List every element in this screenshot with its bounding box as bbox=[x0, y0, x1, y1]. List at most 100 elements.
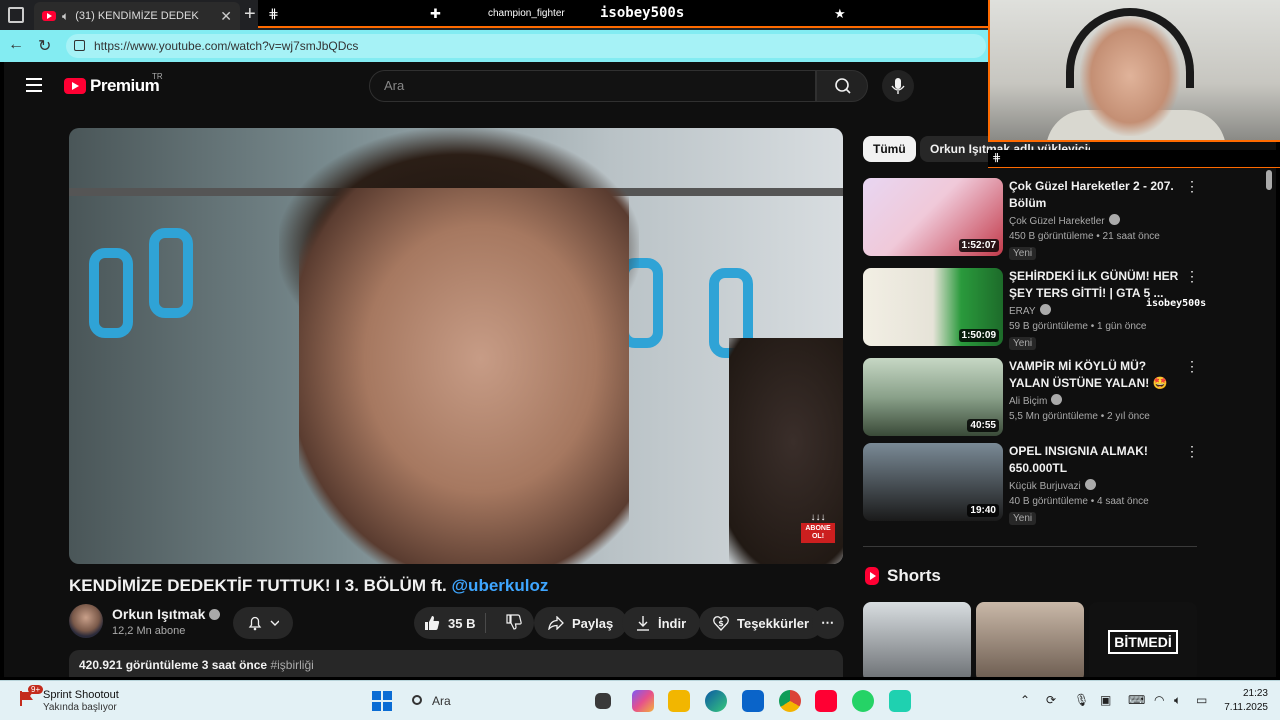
close-tab-icon[interactable]: ✕ bbox=[220, 8, 232, 25]
screen-capture-icon[interactable]: ▣ bbox=[1100, 693, 1111, 707]
download-label: İndir bbox=[658, 615, 687, 631]
subscribe-watermark[interactable]: ↓↓↓ ABONE OL! bbox=[801, 512, 835, 556]
taskbar: 9+ Sprint Shootout Yakında başlıyor Ara … bbox=[0, 680, 1280, 720]
new-tab-icon[interactable]: + bbox=[244, 3, 256, 26]
scrollbar-thumb[interactable] bbox=[1266, 170, 1272, 190]
wifi-icon[interactable]: ◠ bbox=[1154, 693, 1164, 707]
recommendation-channel-name: Ali Biçim bbox=[1009, 396, 1048, 407]
recommendation-title[interactable]: OPEL INSIGNIA ALMAK! 650.000TL bbox=[1009, 443, 1179, 477]
download-icon bbox=[637, 616, 649, 631]
recommendation-thumbnail[interactable]: 19:40 bbox=[863, 443, 1003, 521]
short-thumbnail[interactable] bbox=[863, 602, 971, 677]
verified-icon bbox=[209, 609, 221, 620]
youtube-logo[interactable]: Premium TR bbox=[64, 72, 163, 96]
recommendation-item[interactable]: 1:52:07 Çok Güzel Hareketler 2 - 207. Bö… bbox=[863, 178, 1203, 260]
tab-actions-icon[interactable] bbox=[8, 7, 24, 23]
recommendation-channel[interactable]: Çok Güzel Hareketler bbox=[1009, 214, 1120, 227]
recommendation-thumbnail[interactable]: 40:55 bbox=[863, 358, 1003, 436]
recommendation-item[interactable]: 19:40 OPEL INSIGNIA ALMAK! 650.000TL Küç… bbox=[863, 443, 1203, 525]
system-clock[interactable]: 21:23 7.11.2025 bbox=[1220, 687, 1268, 715]
search-icon bbox=[835, 78, 851, 94]
video-title: KENDİMİZE DEDEKTİF TUTTUK! I 3. BÖLÜM ft… bbox=[69, 576, 548, 596]
more-vertical-icon[interactable]: ⋮ bbox=[1185, 358, 1199, 375]
start-button[interactable] bbox=[372, 691, 392, 711]
url-input[interactable]: https://www.youtube.com/watch?v=wj7smJbQ… bbox=[66, 34, 986, 58]
recommendation-meta: 5,5 Mn görüntüleme • 2 yıl önce bbox=[1009, 411, 1150, 422]
voice-search-button[interactable] bbox=[882, 70, 914, 102]
back-icon[interactable]: ← bbox=[8, 36, 24, 54]
browser-tab-youtube[interactable]: 🔈︎ (31) KENDİMİZE DEDEKTİF TUTTUK! I 3. … bbox=[34, 2, 240, 30]
logo-text: Premium bbox=[90, 76, 160, 95]
overlay-label-2: isobey500s bbox=[600, 5, 685, 21]
short-thumbnail[interactable]: BİTMEDİ bbox=[1089, 602, 1197, 677]
recommendation-thumbnail[interactable]: 1:52:07 bbox=[863, 178, 1003, 256]
video-player[interactable]: ↓↓↓ ABONE OL! bbox=[69, 128, 843, 564]
notification-bell-button[interactable] bbox=[233, 607, 293, 639]
microphone-tray-icon[interactable]: 🎙︎ bbox=[1074, 693, 1089, 707]
share-button[interactable]: Paylaş bbox=[534, 607, 628, 639]
description-box[interactable]: 420.921 görüntüleme 3 saat önce #işbirli… bbox=[69, 650, 843, 677]
like-button[interactable]: 35 B bbox=[414, 613, 486, 633]
shorts-icon bbox=[865, 567, 879, 585]
recommendation-channel[interactable]: Küçük Burjuvazi bbox=[1009, 479, 1096, 492]
keyboard-icon[interactable]: ⌨ bbox=[1128, 693, 1145, 707]
more-vertical-icon[interactable]: ⋮ bbox=[1185, 178, 1199, 195]
sidebar-divider bbox=[863, 546, 1197, 547]
recommendation-channel[interactable]: Ali Biçim bbox=[1009, 394, 1063, 407]
stream-app-icon[interactable] bbox=[889, 690, 911, 712]
tab-title: (31) KENDİMİZE DEDEKTİF TUTTUK! I 3. BÖL… bbox=[75, 10, 199, 22]
shorts-label: Shorts bbox=[887, 566, 941, 585]
thanks-button[interactable]: $ Teşekkürler bbox=[699, 607, 824, 639]
more-actions-button[interactable]: ⋯ bbox=[812, 607, 844, 639]
webcam-overlay bbox=[988, 0, 1280, 142]
share-icon bbox=[548, 616, 564, 630]
verified-icon bbox=[1108, 214, 1120, 225]
youtube-app-icon[interactable] bbox=[815, 690, 837, 712]
like-count: 35 B bbox=[448, 615, 476, 631]
sync-icon[interactable]: ⟳ bbox=[1046, 693, 1056, 707]
taskbar-search[interactable]: Ara bbox=[404, 687, 584, 715]
file-explorer-icon[interactable] bbox=[668, 690, 690, 712]
edge-icon[interactable] bbox=[705, 690, 727, 712]
channel-name[interactable]: Orkun Işıtmak bbox=[112, 606, 221, 622]
thumbs-down-icon bbox=[506, 613, 522, 630]
whatsapp-icon[interactable] bbox=[852, 690, 874, 712]
recommendation-channel-name: Küçük Burjuvazi bbox=[1009, 481, 1081, 492]
recommendation-item[interactable]: 40:55 VAMPİR Mİ KÖYLÜ MÜ? YALAN ÜSTÜNE Y… bbox=[863, 358, 1203, 438]
outlook-icon[interactable] bbox=[742, 690, 764, 712]
dislike-button[interactable] bbox=[494, 613, 522, 633]
more-vertical-icon[interactable]: ⋮ bbox=[1185, 443, 1199, 460]
chip-all[interactable]: Tümü bbox=[863, 136, 916, 162]
search-input[interactable]: Ara bbox=[369, 70, 816, 102]
battery-icon[interactable]: ▭ bbox=[1196, 693, 1207, 707]
task-view-icon[interactable] bbox=[595, 693, 611, 709]
video-duration: 19:40 bbox=[967, 504, 999, 517]
menu-icon[interactable] bbox=[26, 78, 42, 96]
hashtag-link[interactable]: #işbirliği bbox=[270, 658, 313, 672]
volume-icon[interactable]: 🔈︎ bbox=[1174, 693, 1181, 708]
recommendation-thumbnail[interactable]: 1:50:09 bbox=[863, 268, 1003, 346]
more-vertical-icon[interactable]: ⋮ bbox=[1185, 268, 1199, 285]
watermark-label: ABONE OL! bbox=[801, 523, 835, 543]
short-thumbnail[interactable] bbox=[976, 602, 1084, 677]
recommendation-title[interactable]: ŞEHİRDEKİ İLK GÜNÜM! HER ŞEY TERS GİTTİ!… bbox=[1009, 268, 1179, 302]
chevron-up-icon[interactable]: ⌃ bbox=[1020, 693, 1030, 707]
video-title-mention-link[interactable]: @uberkuloz bbox=[451, 576, 548, 595]
overlay-star-icon: ★ bbox=[834, 6, 846, 21]
copilot-icon[interactable] bbox=[632, 690, 654, 712]
shorts-header: Shorts bbox=[865, 566, 941, 586]
new-badge: Yeni bbox=[1009, 247, 1037, 260]
refresh-icon[interactable]: ↻ bbox=[38, 36, 51, 56]
chrome-icon[interactable] bbox=[779, 690, 801, 712]
channel-avatar[interactable] bbox=[69, 604, 103, 638]
overlay-logo-icon: ⋕ bbox=[268, 6, 279, 21]
recommendation-title[interactable]: VAMPİR Mİ KÖYLÜ MÜ? YALAN ÜSTÜNE YALAN! … bbox=[1009, 358, 1179, 392]
recommendation-channel[interactable]: ERAY bbox=[1009, 304, 1051, 317]
search-button[interactable] bbox=[816, 70, 868, 102]
recommendation-title[interactable]: Çok Güzel Hareketler 2 - 207. Bölüm bbox=[1009, 178, 1179, 212]
speaker-icon[interactable]: 🔈︎ bbox=[62, 9, 69, 24]
video-frame-face bbox=[299, 188, 629, 564]
overlay-logo-icon: ⋕ bbox=[992, 152, 1002, 164]
download-button[interactable]: İndir bbox=[622, 607, 701, 639]
site-info-icon[interactable] bbox=[74, 40, 85, 51]
